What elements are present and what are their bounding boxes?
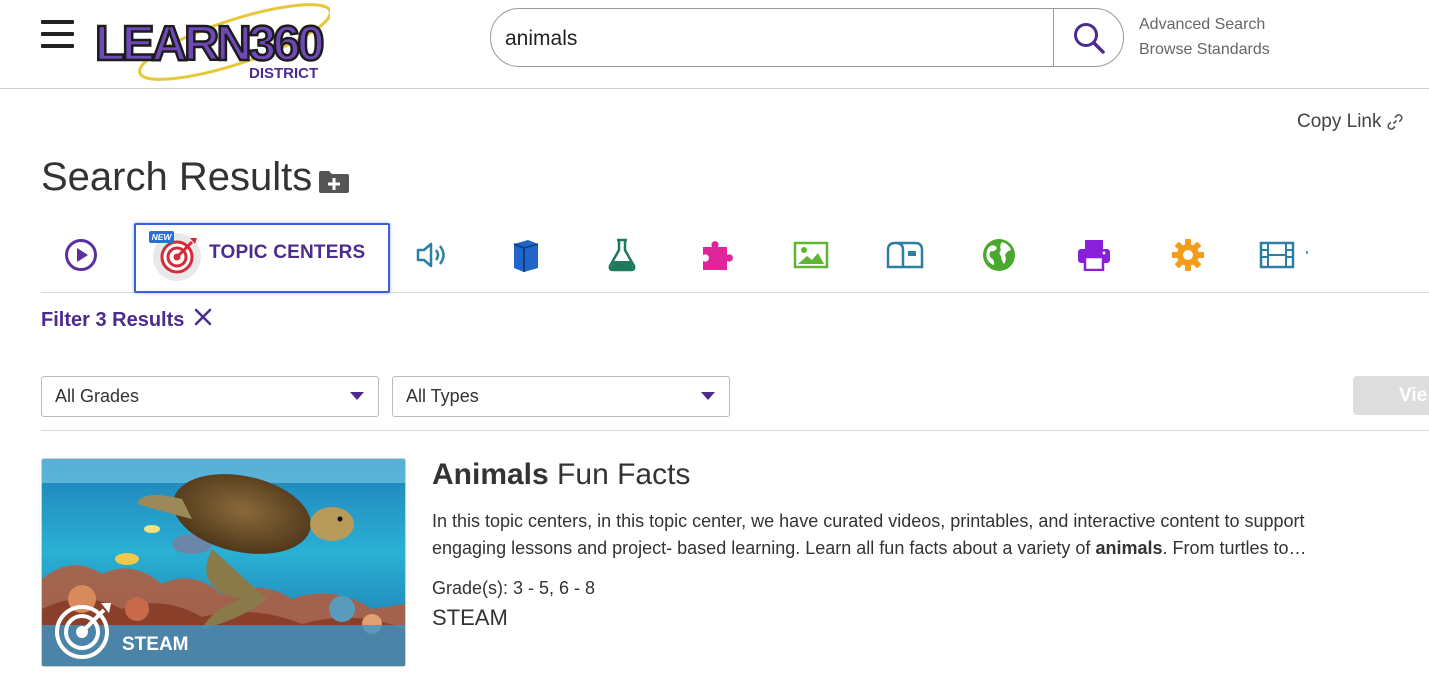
chevron-down-icon: [701, 392, 715, 400]
browse-standards-link[interactable]: Browse Standards: [1139, 41, 1270, 59]
content-type-tabs: NEW TOPIC CENTERS: [41, 222, 1429, 293]
link-icon: [1386, 114, 1403, 130]
printer-icon: [1078, 240, 1110, 271]
search-input[interactable]: [503, 9, 1052, 66]
copy-link-label: Copy Link: [1297, 111, 1382, 132]
types-dropdown-value: All Types: [406, 386, 479, 406]
book-icon: [513, 240, 539, 272]
result-thumbnail[interactable]: STEAM: [41, 458, 406, 667]
tab-topic-centers[interactable]: NEW TOPIC CENTERS: [134, 223, 390, 293]
learn360-logo[interactable]: LEARN360 DISTRICT: [90, 0, 332, 86]
clear-filter-button[interactable]: [194, 308, 212, 332]
advanced-search-link[interactable]: Advanced Search: [1139, 16, 1265, 34]
logo-subtext: DISTRICT: [249, 65, 318, 82]
filter-results: Filter 3 Results: [41, 308, 212, 332]
search-icon: [1073, 22, 1105, 54]
websites-tab[interactable]: [973, 230, 1025, 280]
result-description: In this topic centers, in this topic cen…: [432, 508, 1372, 562]
page-title: Search Results: [41, 155, 313, 199]
grades-dropdown-value: All Grades: [55, 386, 140, 406]
logo-wordmark: LEARN360: [95, 17, 323, 71]
images-tab[interactable]: [785, 230, 837, 280]
lab-tab[interactable]: [596, 230, 648, 280]
menu-icon[interactable]: [41, 20, 74, 48]
copy-link-button[interactable]: Copy Link: [1297, 111, 1404, 133]
category-badge: STEAM: [42, 603, 405, 666]
add-to-folder-icon[interactable]: [318, 170, 350, 199]
puzzle-icon: [703, 241, 733, 270]
view-button-label: Vie: [1399, 385, 1428, 406]
types-dropdown[interactable]: All Types: [392, 376, 730, 417]
audio-tab[interactable]: [407, 230, 459, 280]
audio-icon: [416, 242, 445, 268]
result-description-ellipsis: . From turtles to…: [1162, 538, 1307, 558]
category-badge-label: STEAM: [122, 634, 189, 655]
result-description-keyword: animals: [1095, 538, 1163, 558]
tab-topic-centers-label: TOPIC CENTERS: [209, 242, 366, 263]
result-title-keyword: Animals: [432, 458, 549, 491]
globe-icon: [983, 239, 1015, 271]
result-title[interactable]: Animals Fun Facts: [432, 458, 690, 492]
result-category: STEAM: [432, 605, 508, 630]
interactive-tab[interactable]: [694, 230, 746, 280]
tools-tab[interactable]: [1162, 230, 1214, 280]
grades-dropdown[interactable]: All Grades: [41, 376, 379, 417]
target-icon: [55, 603, 111, 659]
topic-center-target-icon: NEW: [149, 231, 201, 281]
view-button[interactable]: Vie: [1353, 376, 1429, 415]
clips-tab[interactable]: [1258, 230, 1310, 280]
search-field[interactable]: [490, 8, 1124, 67]
film-icon: [1259, 241, 1308, 269]
play-circle-icon: [65, 239, 97, 271]
filter-results-label: Filter 3 Results: [41, 308, 185, 331]
gear-icon: [1172, 239, 1204, 271]
messages-tab[interactable]: [879, 230, 931, 280]
flask-icon: [608, 238, 636, 272]
mailbox-icon: [886, 241, 924, 269]
ebooks-tab[interactable]: [500, 230, 552, 280]
result-title-rest: Fun Facts: [548, 458, 691, 491]
videos-tab[interactable]: [55, 230, 107, 280]
new-badge: NEW: [152, 232, 173, 242]
divider: [41, 430, 1429, 431]
image-icon: [793, 241, 829, 269]
search-button[interactable]: [1053, 9, 1123, 66]
close-icon: [195, 308, 212, 326]
result-grades: Grade(s): 3 - 5, 6 - 8: [432, 578, 596, 598]
top-header: LEARN360 DISTRICT Advanced Search Browse…: [0, 0, 1429, 89]
printables-tab[interactable]: [1068, 230, 1120, 280]
chevron-down-icon: [350, 392, 364, 400]
